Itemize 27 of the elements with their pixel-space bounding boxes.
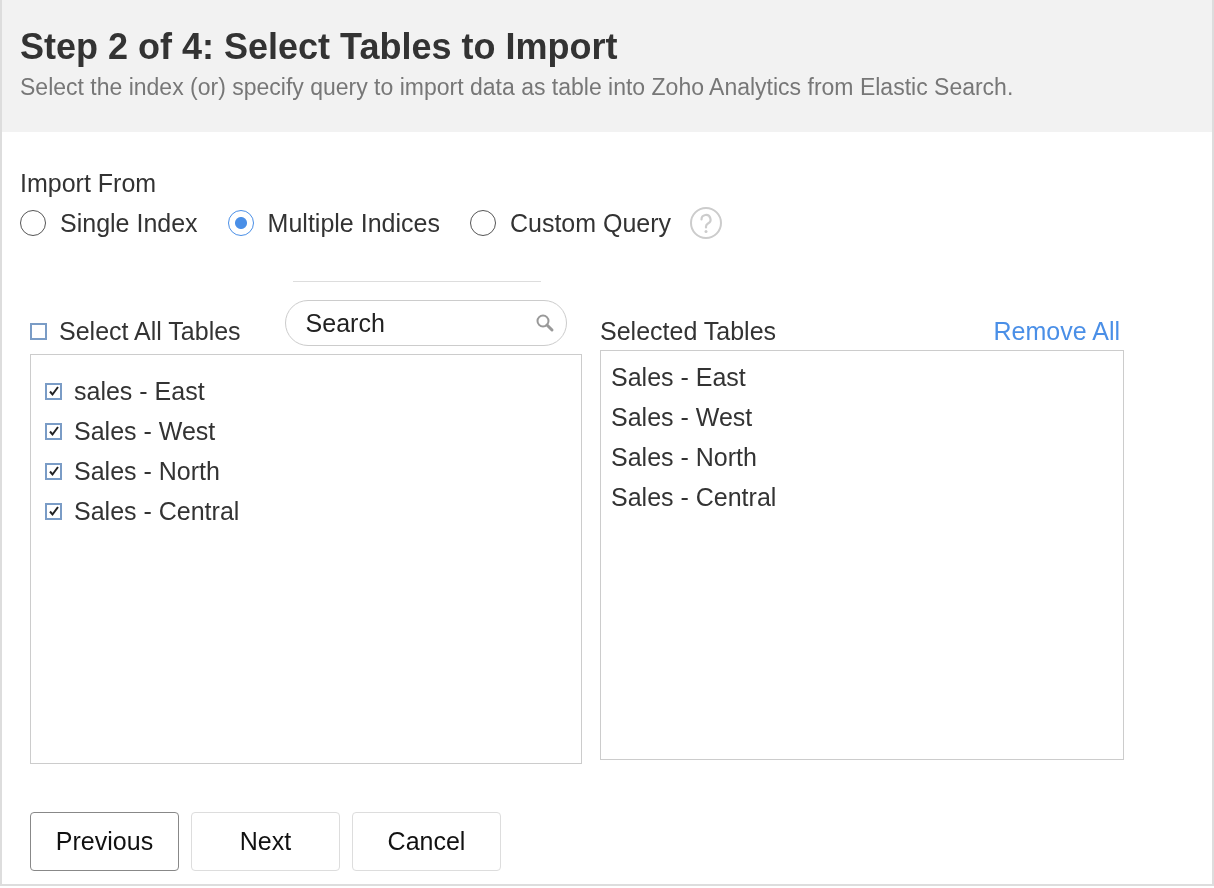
checkbox[interactable]: [45, 502, 62, 520]
table-name[interactable]: Sales - West: [74, 416, 216, 446]
list-title: Selected Tables: [600, 316, 777, 346]
selected-table-name[interactable]: Sales - North: [611, 437, 1113, 477]
checkbox-label[interactable]: Select All Tables: [59, 316, 241, 346]
radio-button[interactable]: [227, 210, 254, 236]
checkbox[interactable]: [45, 462, 62, 480]
action-button[interactable]: Cancel: [352, 812, 501, 871]
table-name[interactable]: Sales - North: [74, 456, 220, 486]
section-label: Import From: [20, 168, 158, 198]
radio-label[interactable]: Multiple Indices: [267, 208, 440, 238]
checkbox[interactable]: [45, 422, 62, 440]
action-button[interactable]: Next: [191, 812, 340, 871]
table-name[interactable]: Sales - Central: [74, 496, 240, 526]
table-name[interactable]: sales - East: [74, 376, 205, 406]
selected-table-name[interactable]: Sales - East: [611, 357, 1113, 397]
radio-label[interactable]: Single Index: [60, 208, 198, 238]
action-button[interactable]: Previous: [30, 812, 179, 871]
page-subtitle: Select the index (or) specify query to import data as table into Zoho Analytics from Elastic Search.: [20, 73, 1015, 102]
page-title: Step 2 of 4: Select Tables to Import: [20, 25, 619, 69]
search-field[interactable]: Search: [284, 300, 567, 346]
checkbox[interactable]: [45, 382, 62, 400]
selected-table-name[interactable]: Sales - Central: [611, 477, 1113, 517]
selected-table-name[interactable]: Sales - West: [611, 397, 1113, 437]
checkbox[interactable]: [30, 322, 47, 340]
radio-label[interactable]: Custom Query: [509, 208, 672, 238]
search-icon[interactable]: [534, 313, 555, 333]
